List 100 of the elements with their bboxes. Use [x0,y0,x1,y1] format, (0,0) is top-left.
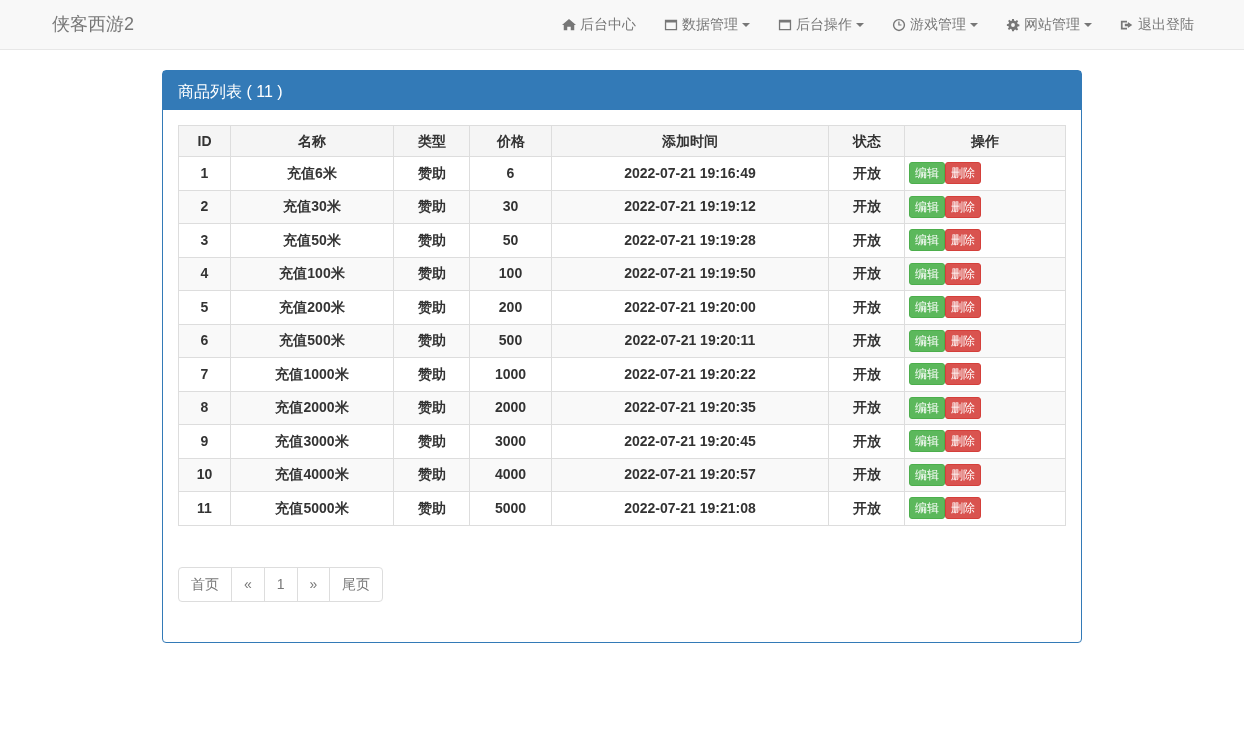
column-header: 状态 [828,125,905,157]
table-cell: 赞助 [393,424,470,458]
table-cell: 3000 [469,424,552,458]
page-link[interactable]: 首页 [178,566,232,602]
table-cell: 2022-07-21 19:20:22 [551,357,829,391]
table-cell: 开放 [828,424,905,458]
edit-button[interactable]: 编辑 [909,296,945,319]
edit-button[interactable]: 编辑 [909,229,945,252]
table-cell: 200 [469,290,552,324]
table-cell: 2022-07-21 19:20:11 [551,324,829,358]
delete-button[interactable]: 删除 [945,262,981,285]
table-cell: 赞助 [393,491,470,525]
caret-icon [742,22,750,27]
table-cell: 5 [178,290,231,324]
delete-button[interactable]: 删除 [945,363,981,386]
table-cell: 开放 [828,491,905,525]
page-link[interactable]: 尾页 [329,566,384,602]
delete-button[interactable]: 删除 [945,229,981,252]
table-cell: 6 [469,156,552,190]
table-cell: 开放 [828,391,905,425]
brand-title[interactable]: 侠客西游2 [52,11,134,38]
edit-button[interactable]: 编辑 [909,195,945,218]
table-cell: 开放 [828,324,905,358]
caret-icon [856,22,864,27]
caret-icon [970,22,978,27]
table-cell: 充值500米 [230,324,394,358]
nav-link[interactable]: 后台操作 [764,14,878,35]
delete-button[interactable]: 删除 [945,195,981,218]
delete-button[interactable]: 删除 [945,497,981,520]
table-cell: 3 [178,223,231,257]
table-cell: 2022-07-21 19:20:35 [551,391,829,425]
nav-link[interactable]: 退出登陆 [1106,14,1208,35]
delete-button[interactable]: 删除 [945,162,981,185]
table-cell: 充值100米 [230,257,394,291]
edit-button[interactable]: 编辑 [909,463,945,486]
table-cell: 2022-07-21 19:20:57 [551,458,829,492]
table-cell: 开放 [828,223,905,257]
edit-button[interactable]: 编辑 [909,162,945,185]
table-cell: 2000 [469,391,552,425]
table-cell: 500 [469,324,552,358]
delete-button[interactable]: 删除 [945,463,981,486]
table-cell: 充值50米 [230,223,394,257]
column-header: 名称 [230,125,394,157]
nav-link[interactable]: 后台中心 [548,14,650,35]
table-cell: 充值30米 [230,190,394,224]
window-icon [664,17,678,32]
panel-title: 商品列表 ( 11 ) [163,71,1081,110]
table-cell: 赞助 [393,324,470,358]
page-link[interactable]: « [231,566,265,602]
nav-link[interactable]: 网站管理 [992,14,1106,35]
table-cell: 2022-07-21 19:19:50 [551,257,829,291]
table-cell: 6 [178,324,231,358]
table-cell: 赞助 [393,290,470,324]
table-cell: 开放 [828,257,905,291]
table-cell: 50 [469,223,552,257]
table-cell: 赞助 [393,458,470,492]
table-cell: 充值4000米 [230,458,394,492]
table-cell: 10 [178,458,231,492]
table-cell: 2 [178,190,231,224]
table-cell: 赞助 [393,190,470,224]
table-cell: 开放 [828,357,905,391]
delete-button[interactable]: 删除 [945,396,981,419]
table-cell: 1000 [469,357,552,391]
table-cell: 2022-07-21 19:19:12 [551,190,829,224]
table-cell: 开放 [828,190,905,224]
table-cell: 充值1000米 [230,357,394,391]
table-cell: 赞助 [393,257,470,291]
table-cell: 2022-07-21 19:19:28 [551,223,829,257]
table-cell: 2022-07-21 19:16:49 [551,156,829,190]
table-cell: 8 [178,391,231,425]
page-link[interactable]: 1 [263,566,298,602]
clock-icon [892,17,906,32]
delete-button[interactable]: 删除 [945,296,981,319]
table-cell: 赞助 [393,391,470,425]
table-cell: 1 [178,156,231,190]
column-header: 类型 [393,125,470,157]
table-cell: 开放 [828,156,905,190]
table-cell: 开放 [828,290,905,324]
column-header: 价格 [469,125,552,157]
table-cell: 赞助 [393,357,470,391]
table-cell: 100 [469,257,552,291]
edit-button[interactable]: 编辑 [909,396,945,419]
edit-button[interactable]: 编辑 [909,430,945,453]
table-cell: 4000 [469,458,552,492]
table-cell: 9 [178,424,231,458]
edit-button[interactable]: 编辑 [909,262,945,285]
edit-button[interactable]: 编辑 [909,329,945,352]
edit-button[interactable]: 编辑 [909,363,945,386]
edit-button[interactable]: 编辑 [909,497,945,520]
nav-link[interactable]: 数据管理 [650,14,764,35]
page-link[interactable]: » [296,566,331,602]
table-cell: 2022-07-21 19:20:00 [551,290,829,324]
caret-icon [1084,22,1092,27]
column-header: 添加时间 [551,125,829,157]
gear-icon [1006,17,1020,32]
delete-button[interactable]: 删除 [945,329,981,352]
home-icon [562,17,576,32]
nav-link[interactable]: 游戏管理 [878,14,992,35]
delete-button[interactable]: 删除 [945,430,981,453]
table-cell: 2022-07-21 19:21:08 [551,491,829,525]
